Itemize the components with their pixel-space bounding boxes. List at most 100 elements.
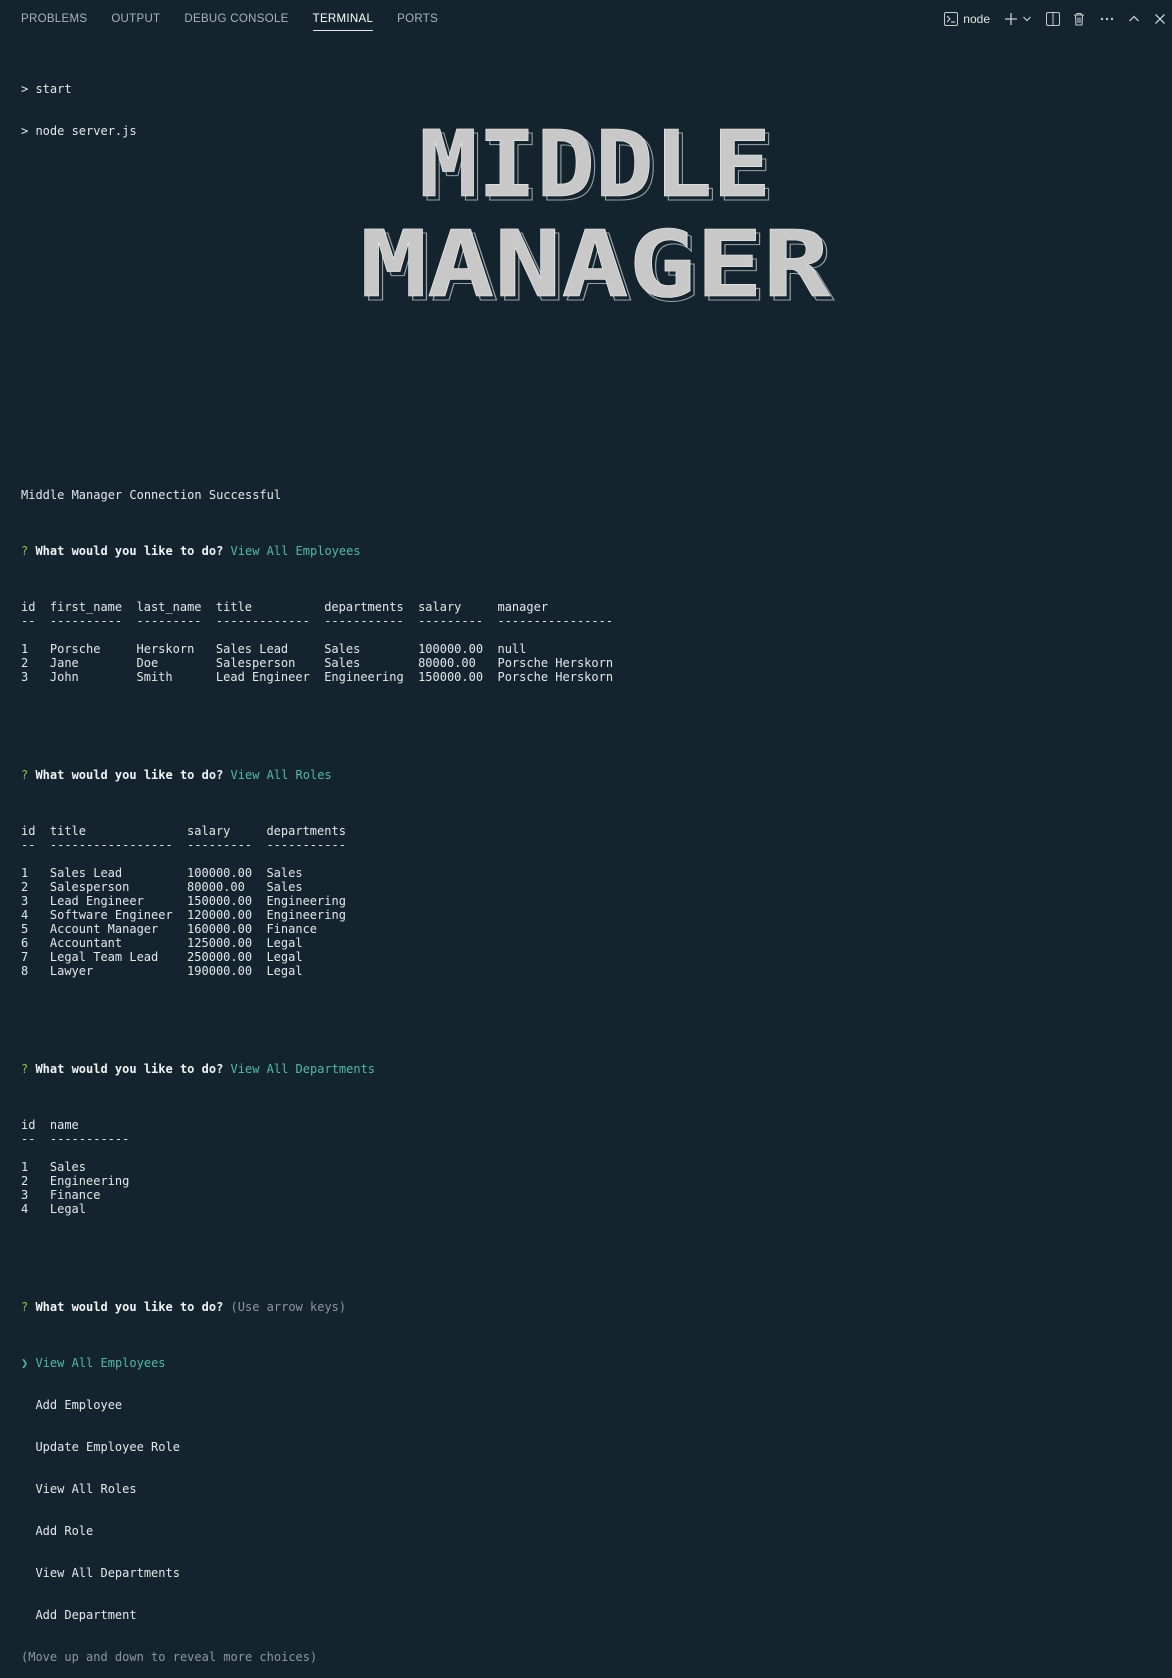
terminal-output[interactable]: > start > node server.js Middle Manager … [21, 54, 1161, 1678]
table-cell: Legal [266, 950, 303, 964]
table-cell: id [21, 600, 36, 614]
trash-icon [1072, 12, 1086, 26]
table-cell: 1 [21, 642, 29, 656]
prompt-line: ? What would you like to do? (Use arrow … [21, 1300, 1161, 1314]
table-row: 2 Engineering [21, 1174, 1161, 1188]
tab-ports[interactable]: PORTS [397, 0, 438, 38]
table-row: 1 Porsche Herskorn Sales Lead Sales 100000.00… [21, 642, 1161, 656]
table-cell: 1 [21, 1160, 29, 1174]
menu-option[interactable]: Add Department [21, 1608, 1161, 1622]
table-cell: Sales [49, 1160, 86, 1174]
table-cell: 4 [21, 1202, 29, 1216]
table-cell: 2 [21, 1174, 29, 1188]
panel-header: PROBLEMS OUTPUT DEBUG CONSOLE TERMINAL P… [0, 0, 1172, 38]
prompt-line: ? What would you like to do? View All De… [21, 1062, 1161, 1076]
table-cell: ---------- [49, 614, 123, 628]
table-cell: Lawyer [49, 964, 94, 978]
prompt-hint: (Use arrow keys) [230, 1300, 347, 1314]
table-row: 7 Legal Team Lead 250000.00 Legal [21, 950, 1161, 964]
table-cell: departments [266, 824, 346, 838]
table-row: 4 Software Engineer 120000.00 Engineering [21, 908, 1161, 922]
table-cell: --------- [136, 614, 202, 628]
table-cell: Salesperson [215, 656, 296, 670]
table-cell: Engineering [324, 670, 404, 684]
table-cell: Doe [136, 656, 159, 670]
launch-profile-dropdown[interactable] [1022, 8, 1032, 30]
table-cell: John [49, 670, 79, 684]
table-cell: Engineering [49, 1174, 130, 1188]
table-cell: 5 [21, 922, 29, 936]
table-cell: first_name [49, 600, 123, 614]
table-row: 1 Sales Lead 100000.00 Sales [21, 866, 1161, 880]
menu-footer-hint: (Move up and down to reveal more choices… [21, 1650, 318, 1664]
prompt-answer: View All Employees [230, 544, 361, 558]
kill-terminal-button[interactable] [1072, 8, 1086, 30]
table-header-row: id name [21, 1118, 1161, 1132]
table-row: 1 Sales [21, 1160, 1161, 1174]
table-cell: ----------- [49, 1132, 130, 1146]
tab-output[interactable]: OUTPUT [111, 0, 160, 38]
table-divider-row: -- ----------------- --------- ----------- [21, 838, 1161, 852]
tab-problems[interactable]: PROBLEMS [21, 0, 87, 38]
menu-option[interactable]: View All Roles [21, 1482, 1161, 1496]
table-cell: departments [324, 600, 404, 614]
split-icon [1046, 12, 1060, 26]
ellipsis-icon [1100, 12, 1114, 26]
terminal-actions: node [936, 0, 1166, 38]
table-cell: 3 [21, 1188, 29, 1202]
split-terminal-button[interactable] [1046, 8, 1060, 30]
table-cell: 190000.00 [187, 964, 253, 978]
table-cell: Accountant [49, 936, 123, 950]
table-row: 3 Lead Engineer 150000.00 Engineering [21, 894, 1161, 908]
table-row: 6 Accountant 125000.00 Legal [21, 936, 1161, 950]
close-panel-button[interactable] [1154, 8, 1166, 30]
table-cell: ----------------- [49, 838, 173, 852]
table-cell: Sales Lead [215, 642, 289, 656]
plus-icon [1004, 12, 1018, 26]
table-cell: 100000.00 [187, 866, 253, 880]
chevron-up-icon [1128, 13, 1140, 25]
table-cell: id [21, 1118, 36, 1132]
table-row: 4 Legal [21, 1202, 1161, 1216]
more-actions-button[interactable] [1100, 8, 1114, 30]
table-row: 2 Jane Doe Salesperson Sales 80000.00 Porsche … [21, 656, 1161, 670]
table-header-row: id title salary departments [21, 824, 1161, 838]
prompt-answer: View All Departments [230, 1062, 376, 1076]
table-cell: 250000.00 [187, 950, 253, 964]
close-icon [1154, 13, 1166, 25]
menu-option[interactable]: Add Employee [21, 1398, 1161, 1412]
menu-option[interactable]: Add Role [21, 1524, 1161, 1538]
table-row: 3 Finance [21, 1188, 1161, 1202]
table-row: 5 Account Manager 160000.00 Finance [21, 922, 1161, 936]
table-cell: ------------- [215, 614, 310, 628]
table-row: 2 Salesperson 80000.00 Sales [21, 880, 1161, 894]
table-cell: Engineering [266, 894, 346, 908]
new-terminal-button[interactable] [1004, 8, 1018, 30]
connection-status: Middle Manager Connection Successful [21, 488, 282, 502]
question-mark: ? [21, 768, 36, 782]
table-cell: Software Engineer [49, 908, 173, 922]
table-cell: Legal [266, 936, 303, 950]
terminal-icon [944, 12, 959, 26]
table-cell: Porsche Herskorn [497, 656, 614, 670]
menu-option[interactable]: Update Employee Role [21, 1440, 1161, 1454]
table-cell: Sales [266, 866, 303, 880]
tab-debug-console[interactable]: DEBUG CONSOLE [184, 0, 288, 38]
table-divider-row: -- ---------- --------- ------------- ------… [21, 614, 1161, 628]
departments-table: id name -- ----------- 1 Sales 2 Engineering 3 Fi… [21, 1118, 1161, 1216]
menu-option[interactable]: View All Departments [21, 1566, 1161, 1580]
table-cell: 150000.00 [187, 894, 253, 908]
table-cell: Legal [266, 964, 303, 978]
tab-terminal[interactable]: TERMINAL [312, 0, 374, 38]
table-cell: 6 [21, 936, 29, 950]
startup-line: > node server.js [21, 124, 137, 138]
prompt-text: What would you like to do? [35, 544, 224, 558]
menu-option-selected[interactable]: ❯ View All Employees [21, 1356, 1161, 1370]
table-cell: 120000.00 [187, 908, 253, 922]
maximize-panel-button[interactable] [1128, 8, 1140, 30]
table-cell: Finance [266, 922, 318, 936]
prompt-line: ? What would you like to do? View All Ro… [21, 768, 1161, 782]
table-cell: name [49, 1118, 79, 1132]
terminal-selector[interactable]: node [944, 8, 990, 30]
table-cell: --------- [418, 614, 484, 628]
